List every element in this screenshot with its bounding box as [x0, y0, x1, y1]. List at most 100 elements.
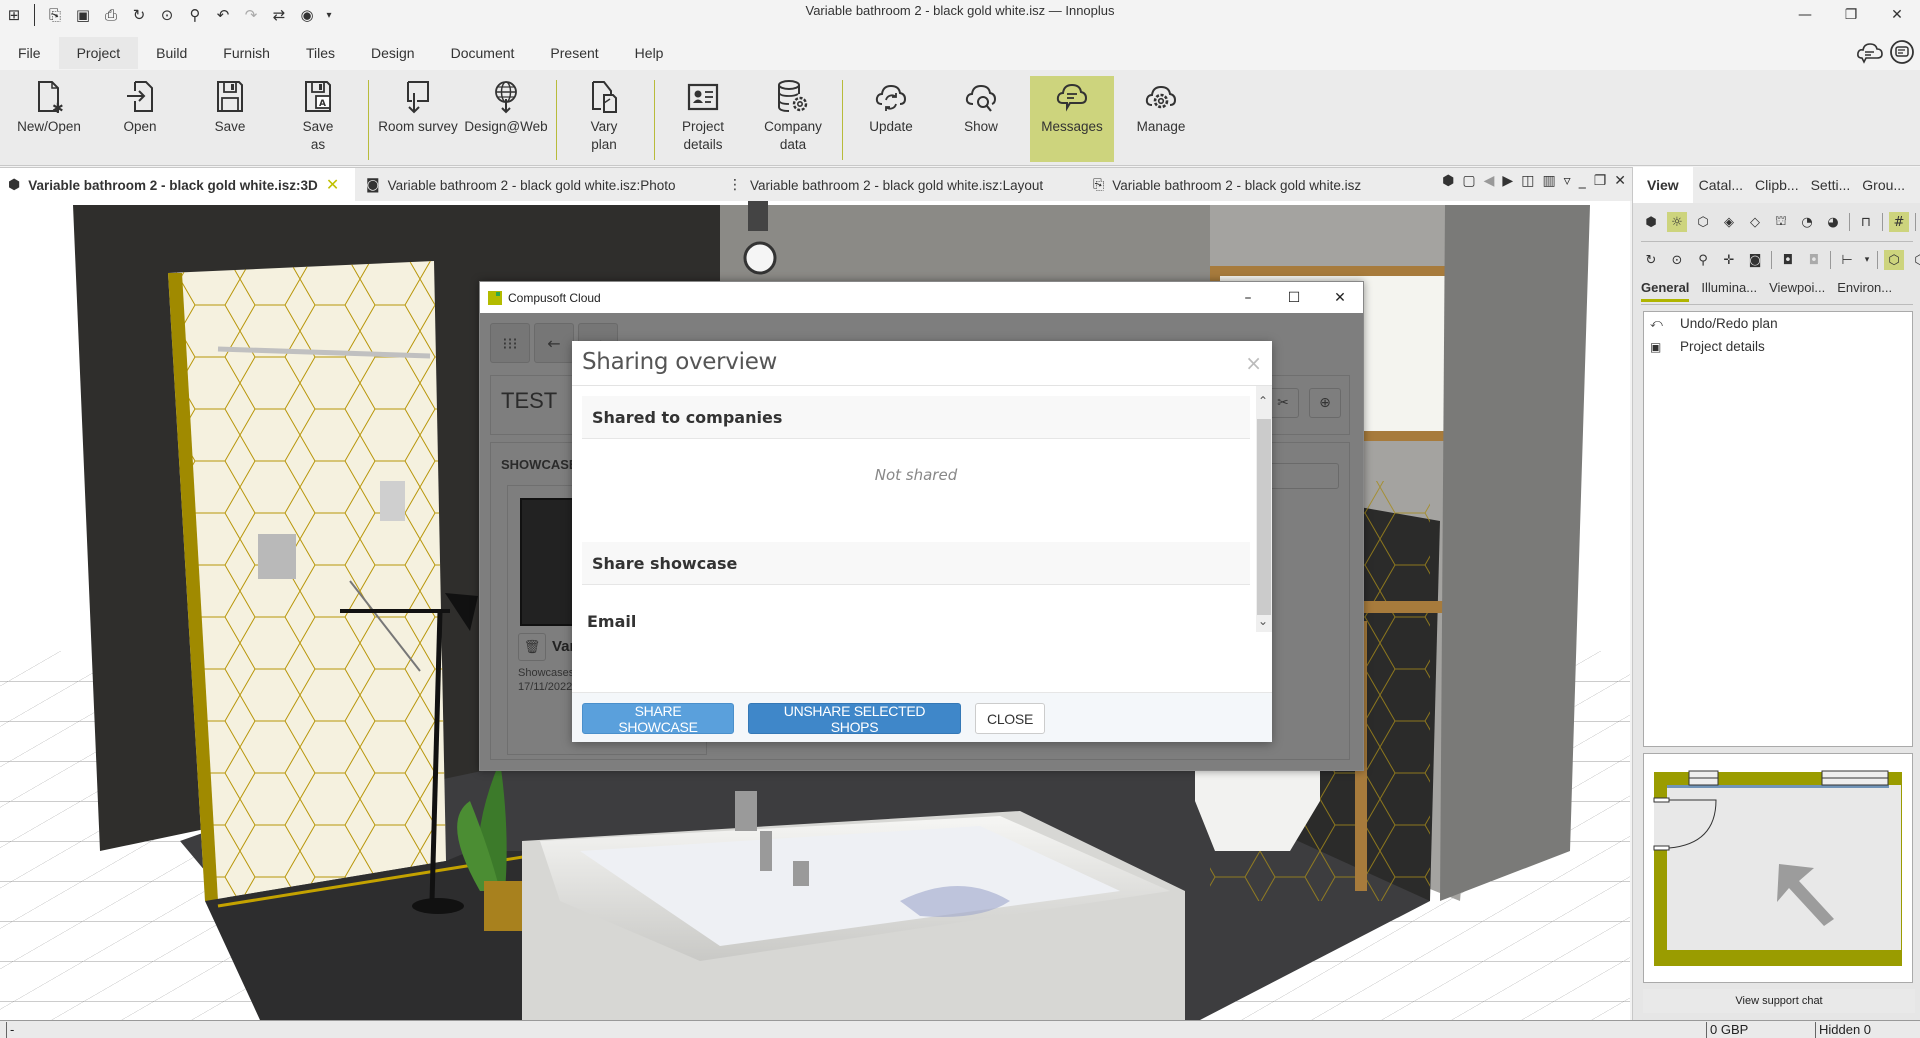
list-item-undo-redo-plan[interactable]: ⤺ Undo/Redo plan	[1644, 312, 1912, 335]
split-view-icon[interactable]: ◫	[1521, 173, 1534, 189]
vary-plan-button[interactable]: Vary plan	[576, 76, 632, 162]
menu-help[interactable]: Help	[617, 37, 682, 69]
subtab-illumination[interactable]: Illumina...	[1701, 280, 1757, 302]
tab-photo[interactable]: ◙ Variable bathroom 2 - black gold white…	[358, 168, 713, 202]
subtab-viewpoints[interactable]: Viewpoi...	[1769, 280, 1825, 302]
close-button[interactable]: ✕	[1874, 0, 1920, 30]
manage-button[interactable]: Manage	[1130, 76, 1192, 162]
tab-clipboard[interactable]: Clipb...	[1749, 167, 1805, 203]
camera-undo-icon[interactable]: ◘	[1778, 250, 1798, 270]
minimize-button[interactable]: —	[1782, 0, 1828, 30]
close-tabs-icon[interactable]: ✕	[1614, 173, 1626, 189]
new-open-icon: ✱	[29, 76, 69, 118]
dialog-close-icon[interactable]: ×	[1245, 351, 1262, 375]
walkthrough-icon[interactable]: ⛫	[1771, 212, 1791, 232]
floor-plan-minimap[interactable]	[1643, 753, 1913, 983]
showcase-search-input[interactable]	[1263, 463, 1339, 489]
showcase-date: 17/11/2022	[518, 681, 573, 693]
menu-design[interactable]: Design	[353, 37, 433, 69]
camera-redo-icon[interactable]: ◘	[1804, 250, 1824, 270]
status-hidden: Hidden 0	[1815, 1022, 1871, 1038]
tab-view[interactable]: View	[1633, 167, 1693, 203]
columns-view-icon[interactable]: ▥	[1542, 173, 1555, 189]
lighting-icon[interactable]: ☼	[1667, 212, 1687, 232]
room-survey-button[interactable]: Room survey	[374, 76, 462, 162]
zoom-extents-icon[interactable]: ⊙	[1667, 250, 1687, 270]
elevation-icon[interactable]: ⊓	[1856, 212, 1876, 232]
menu-document[interactable]: Document	[433, 37, 533, 69]
menu-project[interactable]: Project	[58, 37, 139, 69]
menu-furnish[interactable]: Furnish	[205, 37, 288, 69]
menu-build[interactable]: Build	[138, 37, 205, 69]
ao-cube-off-icon[interactable]: ⬡	[1910, 250, 1920, 270]
subtab-general[interactable]: General	[1641, 280, 1690, 302]
close-tab-icon[interactable]: ✕	[326, 175, 339, 195]
close-dialog-button[interactable]: CLOSE	[975, 703, 1045, 734]
previous-tab-icon[interactable]: ◀	[1484, 173, 1495, 189]
restore-button[interactable]: ❐	[1828, 0, 1874, 30]
menu-tiles[interactable]: Tiles	[288, 37, 353, 69]
company-data-button[interactable]: Company data	[756, 76, 830, 162]
show-button[interactable]: Show	[950, 76, 1012, 162]
design-web-button[interactable]: Design@Web	[464, 76, 548, 162]
cloud-close-button[interactable]: ✕	[1317, 282, 1363, 313]
support-chat-icon[interactable]	[1888, 38, 1916, 66]
speed-2-icon[interactable]: ◕	[1823, 212, 1843, 232]
tab-settings[interactable]: Setti...	[1805, 167, 1857, 203]
dialog-scrollbar[interactable]: ⌃ ⌄	[1256, 386, 1272, 632]
scroll-up-icon[interactable]: ⌃	[1258, 394, 1268, 408]
back-button[interactable]: ←	[534, 323, 574, 363]
subtab-environment[interactable]: Environ...	[1837, 280, 1892, 302]
open-button[interactable]: Open	[110, 76, 170, 162]
scrollbar-thumb[interactable]	[1257, 419, 1271, 615]
rotate-icon[interactable]: ↻	[1641, 250, 1661, 270]
speed-icon[interactable]: ◔	[1797, 212, 1817, 232]
shaded-cube-icon[interactable]: ◈	[1719, 212, 1739, 232]
panel-tabs: View Catal... Clipb... Setti... Grou...	[1633, 167, 1920, 203]
textured-cube-icon[interactable]: ◇	[1745, 212, 1765, 232]
cloud-chat-icon[interactable]	[1856, 38, 1884, 66]
tab-3d[interactable]: ⬢ Variable bathroom 2 - black gold white…	[0, 168, 355, 202]
pan-icon[interactable]: ✛	[1719, 250, 1739, 270]
ao-cube-icon[interactable]: ⬡	[1884, 250, 1904, 270]
grid-icon[interactable]: #	[1889, 212, 1909, 232]
tab-list-icon[interactable]: ▿	[1564, 173, 1571, 189]
messages-button[interactable]: Messages	[1030, 76, 1114, 162]
list-item-project-details[interactable]: ▣ Project details	[1644, 335, 1912, 358]
render-solid-icon[interactable]: ⬢	[1641, 212, 1661, 232]
save-button[interactable]: Save	[200, 76, 260, 162]
zoom-icon[interactable]: ⚲	[1693, 250, 1713, 270]
update-label: Update	[869, 119, 913, 134]
cube-view-icon[interactable]: ⬢	[1442, 173, 1454, 189]
cloud-minimize-button[interactable]: –	[1225, 282, 1271, 313]
project-details-button[interactable]: Project details	[666, 76, 740, 162]
single-view-icon[interactable]: ▢	[1462, 173, 1475, 189]
share-showcase-button[interactable]: SHARE SHOWCASE	[582, 703, 734, 735]
unshare-selected-shops-button[interactable]: UNSHARE SELECTED SHOPS	[748, 703, 961, 735]
minimize-tab-icon[interactable]: _	[1579, 173, 1586, 189]
cube-icon: ⬢	[8, 177, 21, 193]
dialog-body: Shared to companies Not shared Share sho…	[572, 386, 1272, 632]
view-support-chat-button[interactable]: View support chat	[1643, 989, 1915, 1013]
tab-groups[interactable]: Grou...	[1856, 167, 1911, 203]
apps-grid-button[interactable]: ⁝⁝⁝	[490, 323, 530, 363]
float-tab-icon[interactable]: ❐	[1594, 173, 1607, 189]
cloud-maximize-button[interactable]: ☐	[1271, 282, 1317, 313]
tab-layout[interactable]: ⋮ Variable bathroom 2 - black gold white…	[720, 168, 1075, 202]
delete-showcase-button[interactable]: 🗑	[518, 633, 546, 661]
save-as-button[interactable]: A Save as	[288, 76, 348, 162]
undo-redo-icon: ⤺	[1650, 316, 1663, 330]
web-button[interactable]: ⊕	[1309, 388, 1341, 418]
measure-icon[interactable]: ⊢	[1837, 250, 1857, 270]
camera-settings-icon[interactable]: ◙	[1745, 250, 1765, 270]
update-button[interactable]: Update	[860, 76, 922, 162]
new-open-button[interactable]: ✱ New/Open	[8, 76, 90, 162]
tab-document[interactable]: ⎘ Variable bathroom 2 - black gold white…	[1085, 168, 1395, 202]
wireframe-cube-icon[interactable]: ⬡	[1693, 212, 1713, 232]
measure-dropdown-icon[interactable]: ▾	[1863, 250, 1871, 270]
menu-present[interactable]: Present	[532, 37, 616, 69]
tab-catalog[interactable]: Catal...	[1693, 167, 1749, 203]
menu-file[interactable]: File	[0, 37, 59, 69]
next-tab-icon[interactable]: ▶	[1502, 173, 1513, 189]
scroll-down-icon[interactable]: ⌄	[1258, 614, 1268, 628]
